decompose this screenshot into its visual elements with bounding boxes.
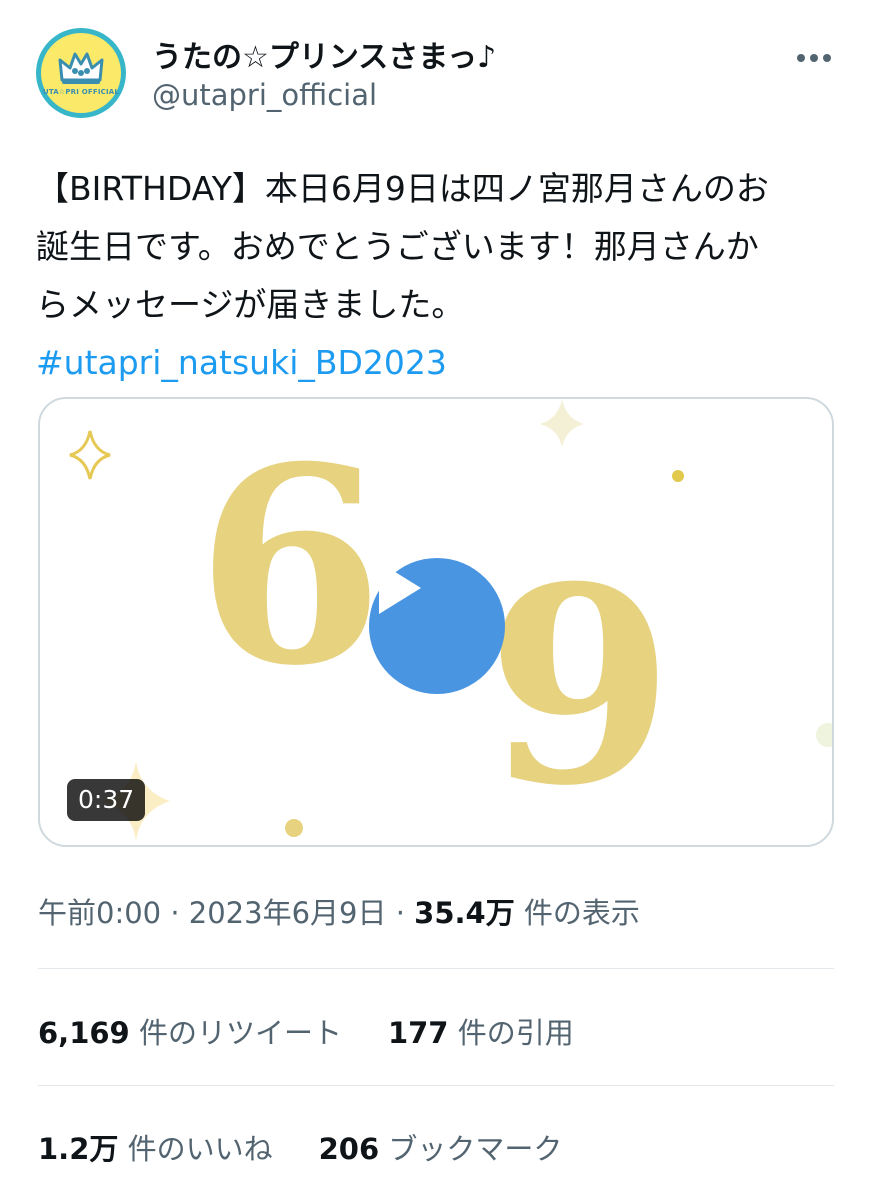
bookmarks-label: ブックマーク (379, 1132, 563, 1166)
tweet-date[interactable]: 2023年6月9日 (189, 896, 387, 930)
gold-dot (672, 470, 684, 482)
digit-nine: 9 (486, 527, 674, 845)
green-dot (816, 723, 832, 747)
tweet-text-line: らメッセージが届きました。 (36, 285, 465, 324)
tweet-text-line: 誕生日です。おめでとうございます！那月さんか (36, 227, 759, 266)
more-horizontal-icon (797, 54, 831, 62)
video-player[interactable]: 6 9 0:37 (38, 397, 834, 847)
avatar-badge: UTA☆PRI OFFICIAL (41, 33, 121, 113)
hashtag-link[interactable]: #utapri_natsuki_BD2023 (36, 334, 836, 392)
quotes-stat[interactable]: 177 件の引用 (388, 1010, 574, 1052)
tweet-header: UTA☆PRI OFFICIAL うたの☆プリンスさまっ♪ @utapri_of… (36, 28, 836, 122)
retweets-label: 件のリツイート (129, 1016, 342, 1050)
retweets-count: 6,169 (38, 1016, 130, 1050)
avatar[interactable]: UTA☆PRI OFFICIAL (36, 28, 126, 118)
user-handle[interactable]: @utapri_official (152, 78, 377, 112)
crown-logo (58, 52, 104, 84)
sparkle-pale-icon (540, 399, 584, 447)
quotes-count: 177 (387, 1016, 449, 1050)
bookmarks-stat[interactable]: 206 ブックマーク (319, 1126, 563, 1168)
tweet-time[interactable]: 午前0:00 (38, 896, 161, 930)
divider (38, 968, 834, 969)
engagement-row: 1.2万 件のいいね 206 ブックマーク (38, 1126, 608, 1168)
avatar-text: UTA☆PRI OFFICIAL (42, 88, 120, 96)
views-label: 件の表示 (514, 896, 640, 930)
meta-separator: · (386, 896, 415, 930)
play-icon (379, 562, 421, 614)
views-count: 35.4万 (414, 896, 515, 930)
meta-separator: · (161, 896, 189, 930)
engagement-row: 6,169 件のリツイート 177 件の引用 (38, 1010, 620, 1052)
sparkle-outline-icon (69, 430, 111, 480)
divider (38, 1085, 834, 1086)
play-button[interactable] (369, 558, 505, 694)
likes-stat[interactable]: 1.2万 件のいいね (38, 1126, 273, 1168)
quotes-label: 件の引用 (448, 1016, 574, 1050)
more-options-button[interactable] (794, 38, 834, 78)
tweet-text: 【BIRTHDAY】本日6月9日は四ノ宮那月さんのお 誕生日です。おめでとうござ… (36, 160, 836, 392)
likes-count: 1.2万 (38, 1132, 119, 1166)
display-name[interactable]: うたの☆プリンスさまっ♪ (152, 32, 496, 76)
bookmarks-count: 206 (318, 1132, 380, 1166)
video-duration-badge: 0:37 (67, 779, 146, 821)
digit-six: 6 (196, 407, 384, 725)
retweets-stat[interactable]: 6,169 件のリツイート (38, 1010, 342, 1052)
tweet-meta: 午前0:00 · 2023年6月9日 · 35.4万 件の表示 (38, 890, 640, 932)
likes-label: 件のいいね (118, 1132, 273, 1166)
tweet-text-line: 【BIRTHDAY】本日6月9日は四ノ宮那月さんのお (36, 169, 769, 208)
gold-dot (285, 819, 303, 837)
